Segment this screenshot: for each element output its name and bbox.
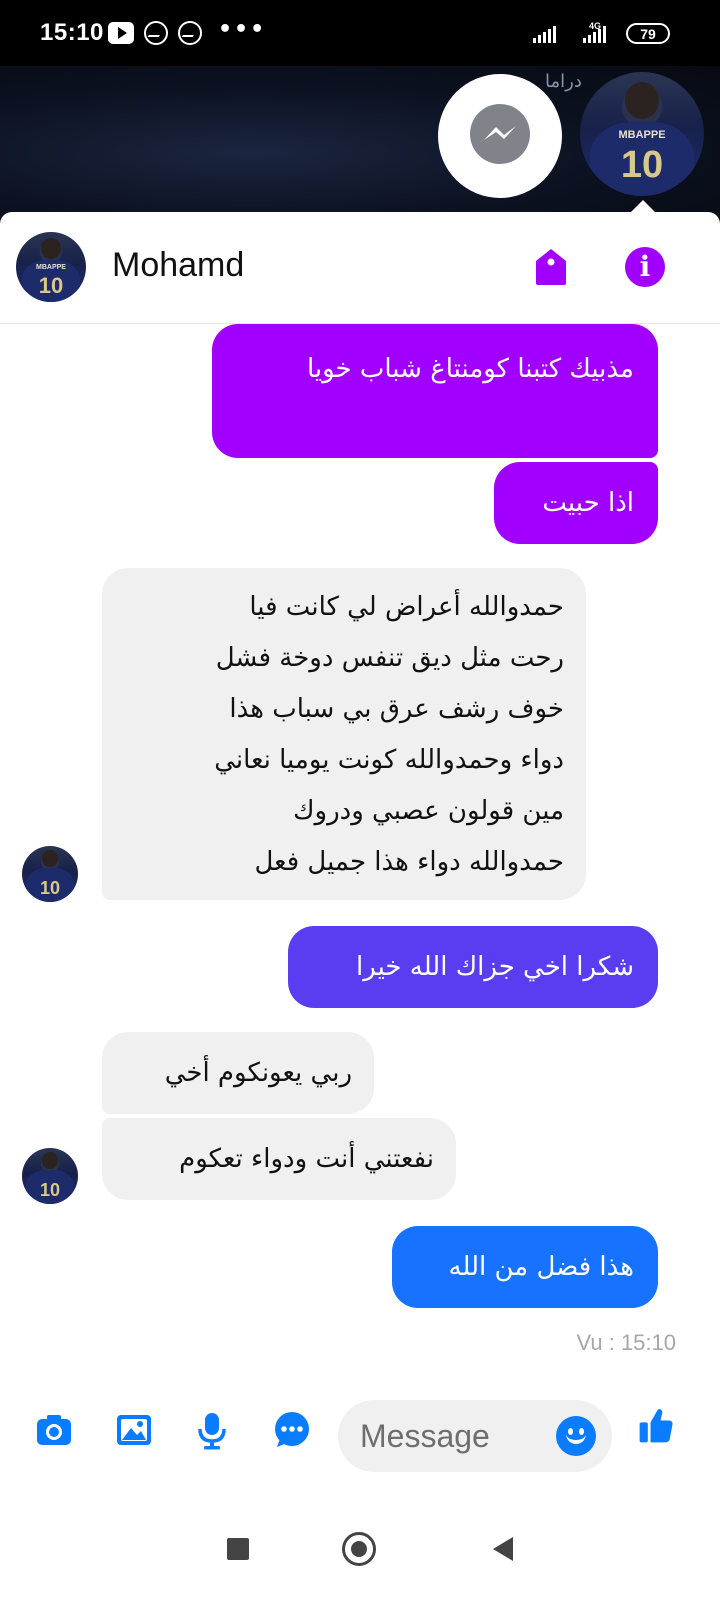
- message-line: مين قولون عصبي ودروك: [293, 796, 564, 826]
- background-text: دراما: [545, 71, 582, 92]
- gallery-icon[interactable]: [114, 1410, 154, 1450]
- chathead-pointer: [631, 200, 655, 212]
- signal-icon: [533, 26, 556, 43]
- messenger-notification-icon: [144, 21, 168, 45]
- message-composer: Message: [0, 1382, 720, 1482]
- message-bubble-received[interactable]: ربي يعونكوم أخي: [102, 1032, 374, 1114]
- info-icon[interactable]: i: [625, 247, 665, 287]
- chat-panel: MBAPPE 10 Mohamd i مذبيك كتبنا كومنتاغ ش…: [0, 212, 720, 1504]
- battery-icon: 79: [626, 23, 670, 44]
- emoji-icon[interactable]: [556, 1416, 596, 1456]
- signal-icon-2: [583, 26, 606, 43]
- youtube-notification-icon: [108, 22, 134, 44]
- messenger-icon: [470, 104, 530, 164]
- message-input[interactable]: Message: [338, 1400, 612, 1472]
- seen-status: Vu : 15:10: [576, 1330, 676, 1355]
- status-bar: 15:10 ••• 4G 79: [0, 0, 720, 66]
- back-button[interactable]: [493, 1537, 513, 1561]
- message-line: رحت مثل ديق تنفس دوخة فشل: [215, 643, 564, 673]
- system-navigation-bar: [0, 1504, 720, 1600]
- contact-chathead-avatar[interactable]: MBAPPE 10: [580, 72, 704, 196]
- sender-avatar[interactable]: 10: [22, 846, 78, 902]
- message-bubble-sent[interactable]: مذبيك كتبنا كومنتاغ شباب خويا: [212, 324, 658, 458]
- status-time: 15:10: [40, 19, 104, 46]
- header-avatar[interactable]: MBAPPE 10: [16, 232, 86, 302]
- message-placeholder: Message: [360, 1418, 490, 1454]
- chat-header: MBAPPE 10 Mohamd i: [0, 212, 720, 324]
- jersey-name: MBAPPE: [618, 129, 666, 142]
- home-button[interactable]: [342, 1532, 376, 1566]
- more-notifications-icon: •••: [218, 16, 267, 42]
- message-bubble-sent[interactable]: هذا فضل من الله: [392, 1226, 658, 1308]
- message-line: خوف رشف عرق بي سباب هذا: [229, 694, 564, 724]
- message-bubble-sent[interactable]: شكرا اخي جزاك الله خيرا: [288, 926, 658, 1008]
- messenger-chathead-button[interactable]: [438, 74, 562, 198]
- message-line: حمدوالله أعراض لي كانت فيا: [249, 592, 564, 622]
- camera-icon[interactable]: [34, 1410, 74, 1450]
- chat-extensions-icon[interactable]: [272, 1410, 312, 1450]
- message-line: حمدوالله دواء هذا جميل فعل: [254, 847, 564, 877]
- jersey-number: 10: [620, 143, 664, 186]
- sender-avatar[interactable]: 10: [22, 1148, 78, 1204]
- tag-icon[interactable]: [534, 247, 568, 287]
- contact-name[interactable]: Mohamd: [112, 246, 244, 285]
- message-line: دواء وحمدوالله كونت يوميا نعاني: [214, 745, 564, 775]
- message-bubble-sent[interactable]: اذا حبيت: [494, 462, 658, 544]
- messenger-notification-icon-2: [178, 21, 202, 45]
- microphone-icon[interactable]: [192, 1410, 232, 1450]
- like-icon[interactable]: [636, 1406, 676, 1446]
- message-bubble-received[interactable]: نفعتني أنت ودواء تعكوم: [102, 1118, 456, 1200]
- recents-button[interactable]: [227, 1538, 249, 1560]
- notification-icons: •••: [108, 17, 266, 45]
- message-bubble-received[interactable]: حمدوالله أعراض لي كانت فيا رحت مثل ديق ت…: [102, 568, 586, 900]
